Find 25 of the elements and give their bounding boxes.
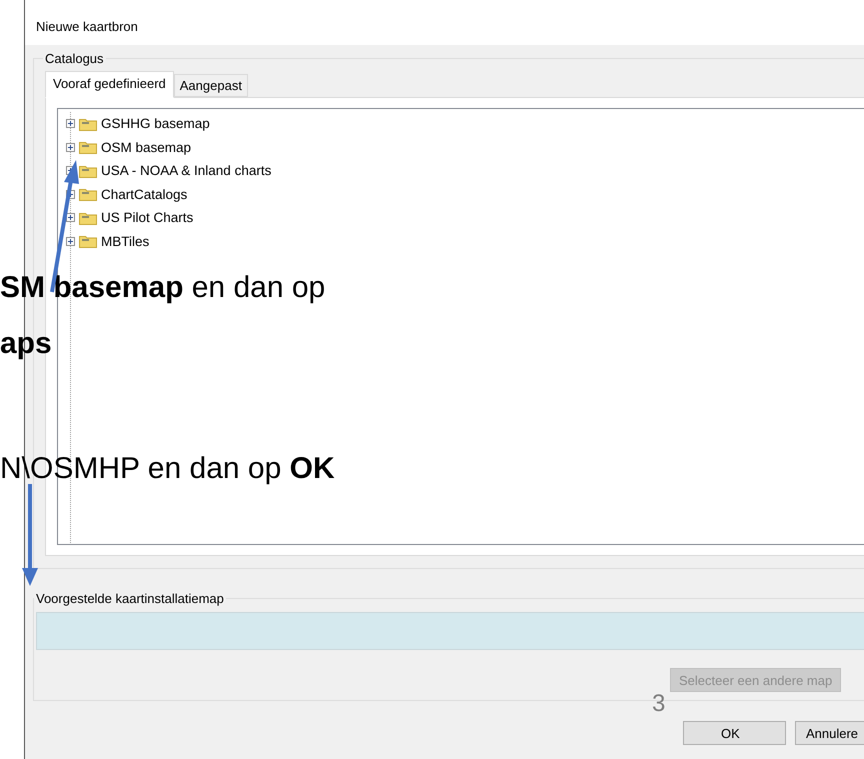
- expand-icon[interactable]: [66, 119, 75, 128]
- page-number: 3: [652, 690, 666, 718]
- group-label: Catalogus: [44, 51, 105, 66]
- folder-path-field[interactable]: [36, 612, 864, 650]
- expand-icon[interactable]: [66, 213, 75, 222]
- folder-icon: [79, 140, 97, 154]
- cancel-button[interactable]: Annulere: [795, 721, 864, 745]
- tree-item[interactable]: MBTiles: [101, 234, 150, 249]
- ok-button[interactable]: OK: [683, 721, 786, 745]
- tree-item[interactable]: US Pilot Charts: [101, 210, 194, 226]
- folder-icon: [79, 116, 97, 131]
- tab[interactable]: Vooraf gedefinieerd: [45, 71, 174, 98]
- tree-item[interactable]: OSM basemap: [101, 140, 192, 155]
- expand-icon[interactable]: [66, 236, 75, 246]
- tree-item[interactable]: USA - NOAA & Inland charts: [101, 163, 272, 178]
- window-title: Nieuwe kaartbron: [36, 19, 138, 34]
- group-label: Voorgestelde kaartinstallatiemap: [35, 591, 225, 606]
- folder-icon: [79, 210, 97, 225]
- folder-icon: [79, 164, 97, 178]
- folder-icon: [79, 234, 97, 248]
- tab[interactable]: Aangepast: [174, 74, 248, 97]
- tree-item[interactable]: ChartCatalogs: [101, 186, 188, 202]
- expand-icon[interactable]: [66, 142, 75, 152]
- tree-item[interactable]: GSHHG basemap: [101, 116, 210, 132]
- folder-icon: [79, 187, 97, 202]
